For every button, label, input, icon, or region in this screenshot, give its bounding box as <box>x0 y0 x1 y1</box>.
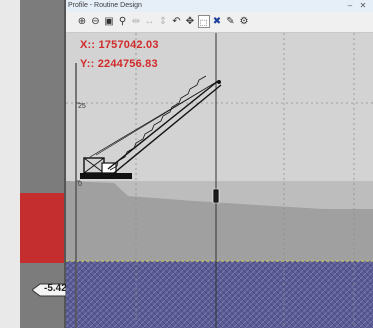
stretch-icon[interactable]: ↔ <box>144 15 156 28</box>
depth-red-zone <box>20 193 66 263</box>
pan-icon[interactable]: ⇹ <box>130 15 142 28</box>
profile-drawing: 25 0 <box>66 33 373 328</box>
move-icon[interactable]: ✥ <box>184 15 196 28</box>
toolbar: ⊕ ⊖ ▣ ⚲ ⇹ ↔ ⇕ ↶ ✥ ⬚ ✖ ✎ ⚙ <box>66 12 373 33</box>
magnify-icon[interactable]: ⚲ <box>117 15 129 28</box>
depth-value: -5.42 <box>44 283 67 294</box>
title-bar: Profile - Routine Design – ✕ <box>66 0 373 12</box>
substrate-layer <box>66 261 373 328</box>
air-area <box>66 33 373 181</box>
fit-icon[interactable]: ⇕ <box>157 15 169 28</box>
zoom-window-icon[interactable]: ▣ <box>103 15 115 28</box>
axis-tick-upper: 25 <box>78 103 86 110</box>
crossed-tools-icon[interactable]: ✖ <box>211 15 223 28</box>
edit-icon[interactable]: ✎ <box>225 15 237 28</box>
select-icon[interactable]: ⬚ <box>197 15 210 28</box>
profile-window: Profile - Routine Design – ✕ ⊕ ⊖ ▣ ⚲ ⇹ ↔ ⇕ ↶ ✥ ⬚ ✖… <box>66 0 373 328</box>
zoom-out-icon[interactable]: ⊖ <box>90 15 102 28</box>
depth-marker: -5.42 <box>32 283 67 297</box>
coordinate-x-readout: X:: 1757042.03 <box>80 39 159 51</box>
settings-icon[interactable]: ⚙ <box>238 15 250 28</box>
axis-tick-lower: 0 <box>78 181 82 188</box>
profile-canvas[interactable]: 25 0 X:: 1757042.03 Y:: 2244756.83 <box>66 33 373 328</box>
left-strip <box>0 0 20 328</box>
close-icon[interactable]: ✕ <box>358 1 368 11</box>
minimize-icon[interactable]: – <box>345 1 355 11</box>
undo-icon[interactable]: ↶ <box>171 15 183 28</box>
zoom-in-icon[interactable]: ⊕ <box>76 15 88 28</box>
window-title: Profile - Routine Design <box>68 2 142 9</box>
coordinate-y-readout: Y:: 2244756.83 <box>80 58 158 70</box>
cursor-handle[interactable] <box>212 188 220 204</box>
left-depth-panel: -5.42 <box>0 0 67 328</box>
